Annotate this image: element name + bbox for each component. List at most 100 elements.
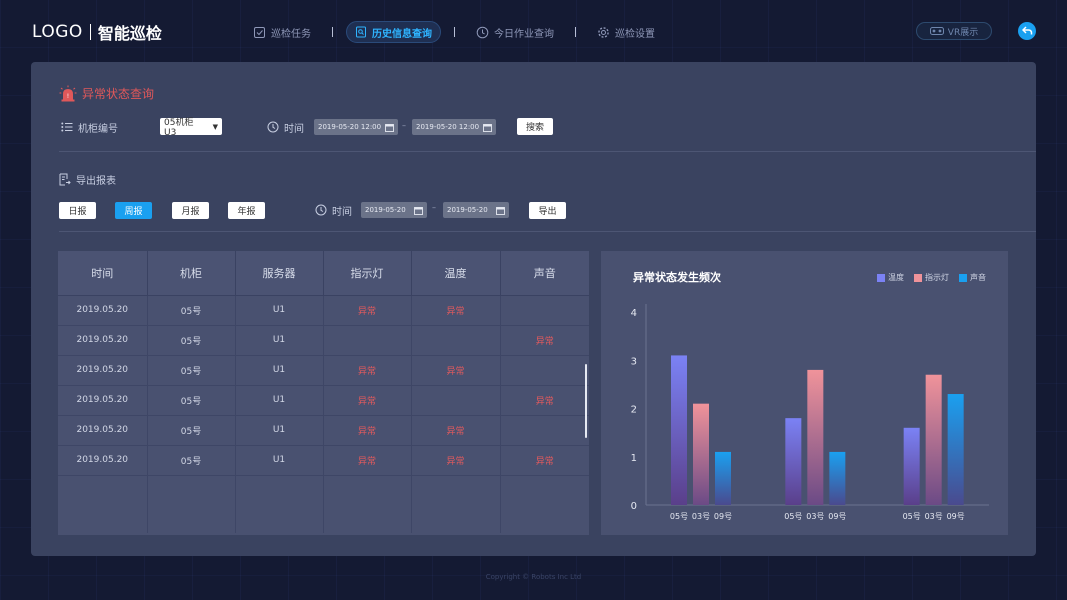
nav-label: 今日作业查询 xyxy=(494,28,554,40)
table-row[interactable]: 2019.05.20 05号 U1 异常 xyxy=(58,325,589,356)
time-label-group: 时间 xyxy=(267,118,304,136)
table-cell xyxy=(323,325,412,356)
table-cell xyxy=(500,295,589,326)
period-yearly-button[interactable]: 年报 xyxy=(228,202,265,219)
end-datetime-value: 2019-05-20 12:00 xyxy=(416,123,480,131)
calendar-icon xyxy=(414,206,423,215)
bar[interactable] xyxy=(693,403,709,505)
top-header: LOGO 智能巡检 巡检任务 历史信息查询 今日作业查询 巡检设置 VR展示 xyxy=(0,0,1067,62)
bar[interactable] xyxy=(925,374,942,505)
end-datetime-input[interactable]: 2019-05-20 12:00 xyxy=(412,119,496,135)
bar[interactable] xyxy=(671,355,687,505)
bar[interactable] xyxy=(807,369,824,505)
table-row[interactable]: 2019.05.20 05号 U1 异常 异常 异常 xyxy=(58,445,589,476)
nav-item-settings[interactable]: 巡检设置 xyxy=(589,21,663,43)
nav-item-tasks[interactable]: 巡检任务 xyxy=(245,21,319,43)
checklist-icon xyxy=(254,26,265,38)
table-row[interactable]: 2019.05.20 05号 U1 异常 异常 xyxy=(58,415,589,446)
export-start-date-value: 2019-05-20 xyxy=(365,206,406,214)
export-start-date-input[interactable]: 2019-05-20 xyxy=(361,202,427,218)
x-tick-label: 05号 xyxy=(670,512,688,521)
table-cell: 异常 xyxy=(411,415,501,446)
table-scrollbar[interactable] xyxy=(585,364,587,438)
table-cell: 05号 xyxy=(147,415,236,446)
table-cell: 2019.05.20 xyxy=(58,445,148,476)
table-cell: 异常 xyxy=(323,355,412,386)
table-cell: 05号 xyxy=(147,325,236,356)
bar[interactable] xyxy=(785,418,802,505)
x-tick-label: 05号 xyxy=(784,512,802,521)
table-cell: 异常 xyxy=(411,355,501,386)
table-cell: 异常 xyxy=(411,445,501,476)
table-empty-cell xyxy=(323,475,412,533)
report-export-icon xyxy=(59,173,71,186)
caret-down-icon: ▼ xyxy=(212,122,218,131)
table-cell: 2019.05.20 xyxy=(58,295,148,326)
table-cell: 异常 xyxy=(500,445,589,476)
table-cell: 异常 xyxy=(323,385,412,416)
search-button[interactable]: 搜索 xyxy=(517,118,553,135)
period-weekly-button[interactable]: 周报 xyxy=(115,202,152,219)
table-empty-cell xyxy=(500,475,589,533)
clock-icon xyxy=(267,121,279,133)
column-header[interactable]: 指示灯 xyxy=(323,251,412,296)
nav-item-today[interactable]: 今日作业查询 xyxy=(468,21,562,43)
table-cell: 2019.05.20 xyxy=(58,355,148,386)
table-cell xyxy=(500,355,589,386)
nav-item-history[interactable]: 历史信息查询 xyxy=(346,21,441,43)
table-cell: 05号 xyxy=(147,445,236,476)
column-header[interactable]: 时间 xyxy=(58,251,148,296)
vr-label: VR展示 xyxy=(947,27,979,38)
column-header[interactable]: 服务器 xyxy=(235,251,324,296)
query-section-title: ! 异常状态查询 xyxy=(59,85,154,102)
vr-button[interactable]: VR展示 xyxy=(916,22,992,40)
table-cell: 异常 xyxy=(323,295,412,326)
calendar-icon xyxy=(385,123,394,132)
list-icon xyxy=(61,122,73,132)
y-tick-label: 3 xyxy=(631,356,637,367)
table-cell: 05号 xyxy=(147,355,236,386)
table-row[interactable]: 2019.05.20 05号 U1 异常 异常 xyxy=(58,385,589,416)
table-cell: 异常 xyxy=(323,415,412,446)
export-time-label-group: 时间 xyxy=(315,201,352,219)
date-range-dash: – xyxy=(402,121,406,130)
brand-divider xyxy=(89,24,91,40)
x-tick-label: 05号 xyxy=(903,512,921,521)
back-button[interactable] xyxy=(1018,22,1036,40)
export-time-label: 时间 xyxy=(332,206,352,218)
y-tick-label: 4 xyxy=(631,308,637,319)
bar[interactable] xyxy=(947,394,964,505)
x-tick-label: 09号 xyxy=(714,512,732,521)
table-cell: U1 xyxy=(235,325,324,356)
y-tick-label: 2 xyxy=(631,405,637,416)
table-cell: U1 xyxy=(235,445,324,476)
export-title: 导出报表 xyxy=(76,176,116,187)
bar[interactable] xyxy=(715,451,731,505)
x-tick-label: 09号 xyxy=(947,512,965,521)
export-button[interactable]: 导出 xyxy=(529,202,566,219)
column-header[interactable]: 机柜 xyxy=(147,251,236,296)
export-end-date-input[interactable]: 2019-05-20 xyxy=(443,202,509,218)
calendar-icon xyxy=(483,123,492,132)
column-header[interactable]: 声音 xyxy=(500,251,589,296)
table-cell: 05号 xyxy=(147,295,236,326)
table-row[interactable]: 2019.05.20 05号 U1 异常 异常 xyxy=(58,295,589,326)
app-title: 智能巡检 xyxy=(97,24,162,43)
cabinet-select[interactable]: 05机柜 U3 ▼ xyxy=(160,118,222,138)
table-row[interactable]: 2019.05.20 05号 U1 异常 异常 xyxy=(58,355,589,386)
table-cell: 异常 xyxy=(323,445,412,476)
nav-divider xyxy=(454,27,455,37)
bar[interactable] xyxy=(829,451,846,505)
period-monthly-button[interactable]: 月报 xyxy=(172,202,209,219)
period-daily-button[interactable]: 日报 xyxy=(59,202,96,219)
table-cell: 05号 xyxy=(147,385,236,416)
bar[interactable] xyxy=(903,427,920,505)
start-datetime-input[interactable]: 2019-05-20 12:00 xyxy=(314,119,398,135)
gear-icon xyxy=(598,26,609,38)
column-header[interactable]: 温度 xyxy=(411,251,501,296)
x-tick-label: 09号 xyxy=(828,512,846,521)
table-empty-row xyxy=(58,475,589,533)
logo: LOGO xyxy=(32,22,83,42)
export-end-date-value: 2019-05-20 xyxy=(447,206,488,214)
main-panel: ! 异常状态查询 机柜编号 05机柜 U3 ▼ 时间 2019-05-20 12… xyxy=(31,62,1036,556)
